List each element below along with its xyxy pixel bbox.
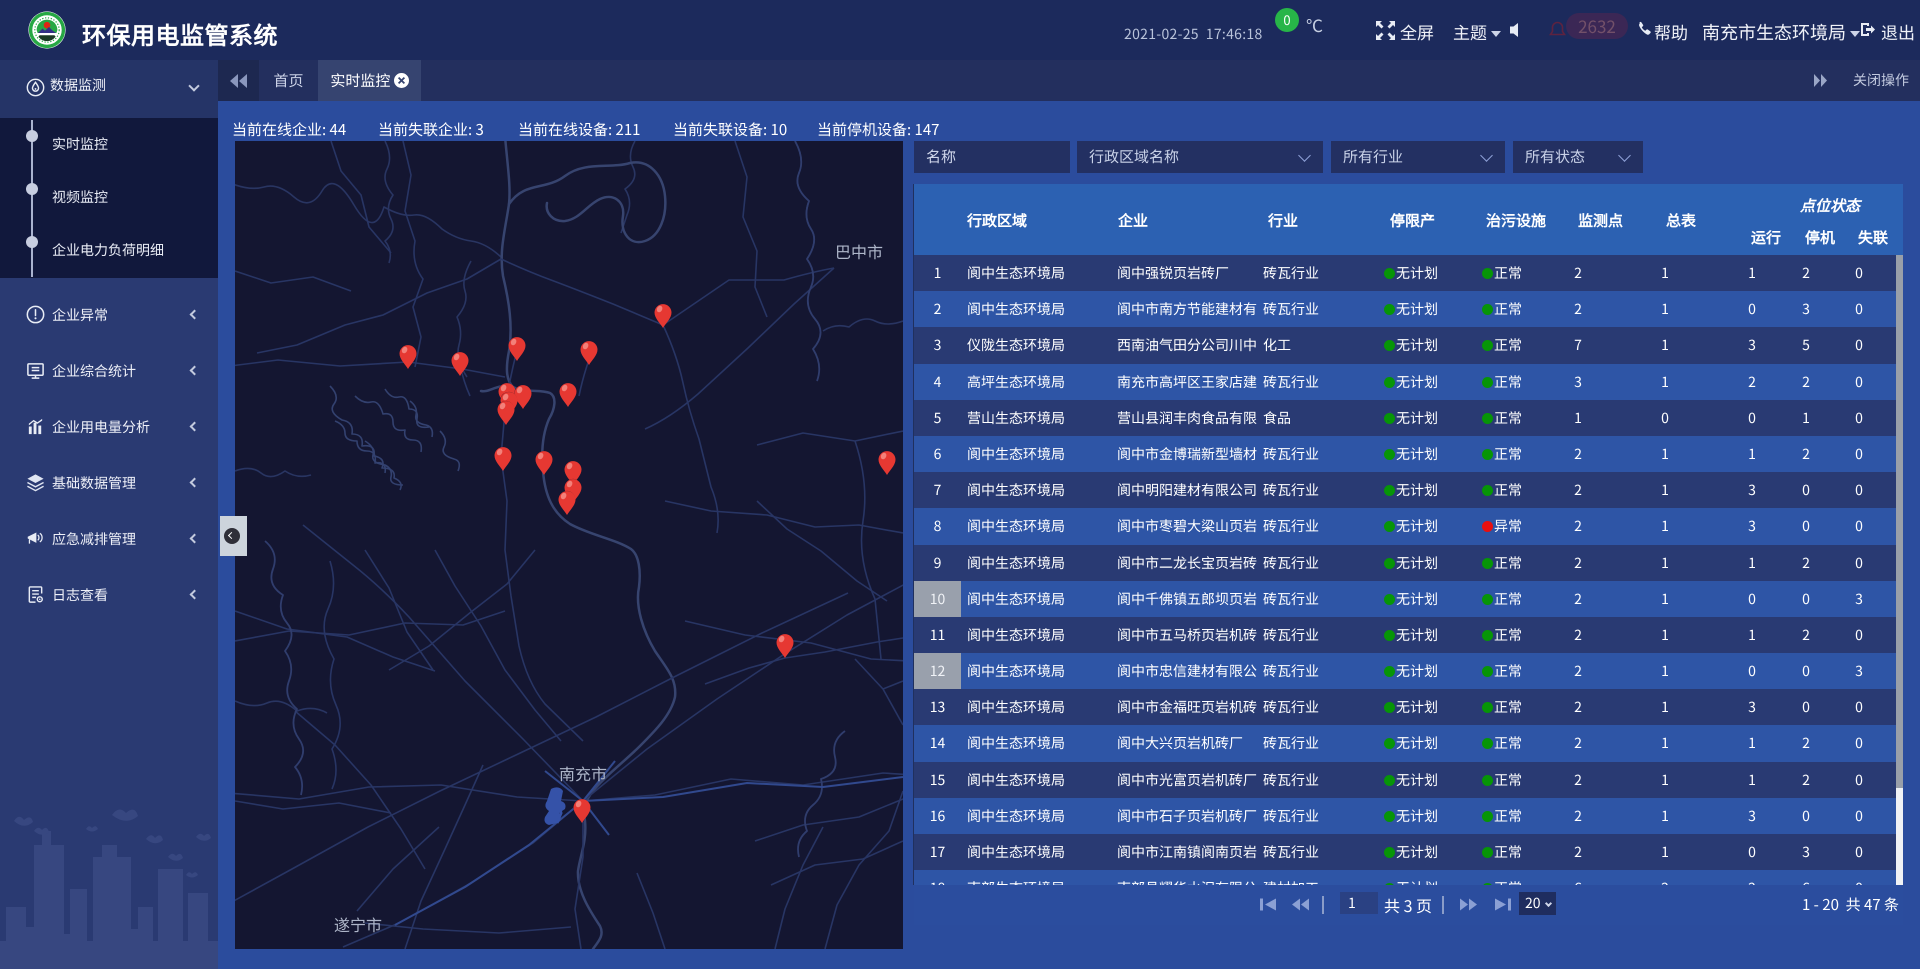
svg-text:巴中市: 巴中市 (835, 239, 883, 263)
svg-text:南充市: 南充市 (559, 761, 607, 785)
svg-text:遂宁市: 遂宁市 (334, 912, 382, 936)
